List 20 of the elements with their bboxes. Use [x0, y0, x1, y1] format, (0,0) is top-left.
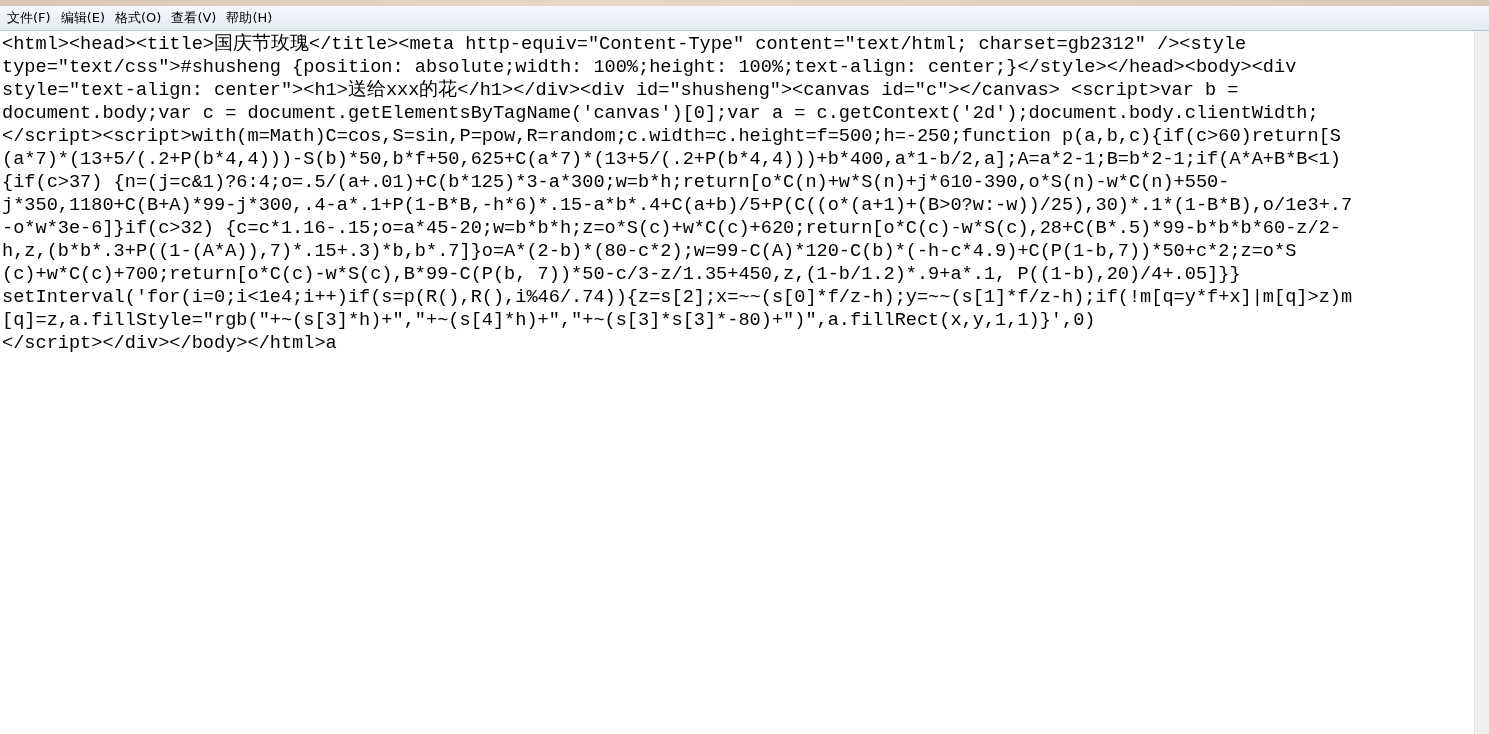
code-line: document.body;var c = document.getElementsByTagName('canvas')[0];var a = c.getContext('2d');document.body.clientWidth;	[2, 102, 1319, 125]
menu-item[interactable]: 编辑(E)	[55, 7, 110, 29]
scrollbar[interactable]	[1474, 31, 1489, 734]
menu-item[interactable]: 帮助(H)	[221, 7, 278, 29]
code-line: -o*w*3e-6]}if(c>32) {c=c*1.16-.15;o=a*45-20;w=b*b*h;z=o*S(c)+w*C(c)+620;return[o*C(c)-w*S(c),28+C(B*.5)*99-b*b*b*60-z/2-	[2, 217, 1341, 240]
code-line: j*350,1180+C(B+A)*99-j*300,.4-a*.1+P(1-B*B,-h*6)*.15-a*b*.4+C(a+b)/5+P(C((o*(a+1)+(B>0?w:-w))/25),30)*.1*(1-B*B),o/1e3+.7	[2, 194, 1353, 217]
menu-item[interactable]: 文件(F)	[2, 7, 56, 29]
menu-item[interactable]: 查看(V)	[166, 7, 222, 29]
code-line: style="text-align: center"><h1>送给xxx的花</h1></div><div id="shusheng"><canvas id="c"></canvas> <script>var b =	[2, 79, 1239, 102]
menu-item[interactable]: 格式(O)	[110, 7, 167, 29]
code-line: (a*7)*(13+5/(.2+P(b*4,4)))-S(b)*50,b*f+50,625+C(a*7)*(13+5/(.2+P(b*4,4)))+b*400,a*1-b/2,a];A=a*2-1;B=b*2-1;if(A*A+B*B<1)	[2, 148, 1341, 171]
code-line: type="text/css">#shusheng {position: absolute;width: 100%;height: 100%;text-align: center;}</style></head><body><div	[2, 56, 1297, 79]
code-line: <html><head><title>国庆节玫瑰</title><meta http-equiv="Content-Type" content="text/html; charset=gb2312" /><style	[2, 33, 1247, 56]
code-line: </script></div></body></html>a	[2, 332, 337, 355]
code-line: [q]=z,a.fillStyle="rgb("+~(s[3]*h)+","+~(s[4]*h)+","+~(s[3]*s[3]*-80)+")",a.fillRect(x,y,1,1)}',0)	[2, 309, 1096, 332]
code-line: (c)+w*C(c)+700;return[o*C(c)-w*S(c),B*99-C(P(b, 7))*50-c/3-z/1.35+450,z,(1-b/1.2)*.9+a*.1, P((1-b),20)/4+.05]}}	[2, 263, 1241, 286]
code-line: setInterval('for(i=0;i<1e4;i++)if(s=p(R(),R(),i%46/.74)){z=s[2];x=~~(s[0]*f/z-h);y=~~(s[1]*f/z-h);if(!m[q=y*f+x]|m[q]>z)m	[2, 286, 1353, 309]
code-line: {if(c>37) {n=(j=c&1)?6:4;o=.5/(a+.01)+C(b*125)*3-a*300;w=b*h;return[o*C(n)+w*S(n)+j*610-390,o*S(n)-w*C(n)+550-	[2, 171, 1230, 194]
code-line: h,z,(b*b*.3+P((1-(A*A)),7)*.15+.3)*b,b*.7]}o=A*(2-b)*(80-c*2);w=99-C(A)*120-C(b)*(-h-c*4.9)+C(P(1-b,7))*50+c*2;z=o*S	[2, 240, 1297, 263]
code-line: </script><script>with(m=Math)C=cos,S=sin,P=pow,R=random;c.width=c.height=f=500;h=-250;function p(a,b,c){if(c>60)return[S	[2, 125, 1341, 148]
